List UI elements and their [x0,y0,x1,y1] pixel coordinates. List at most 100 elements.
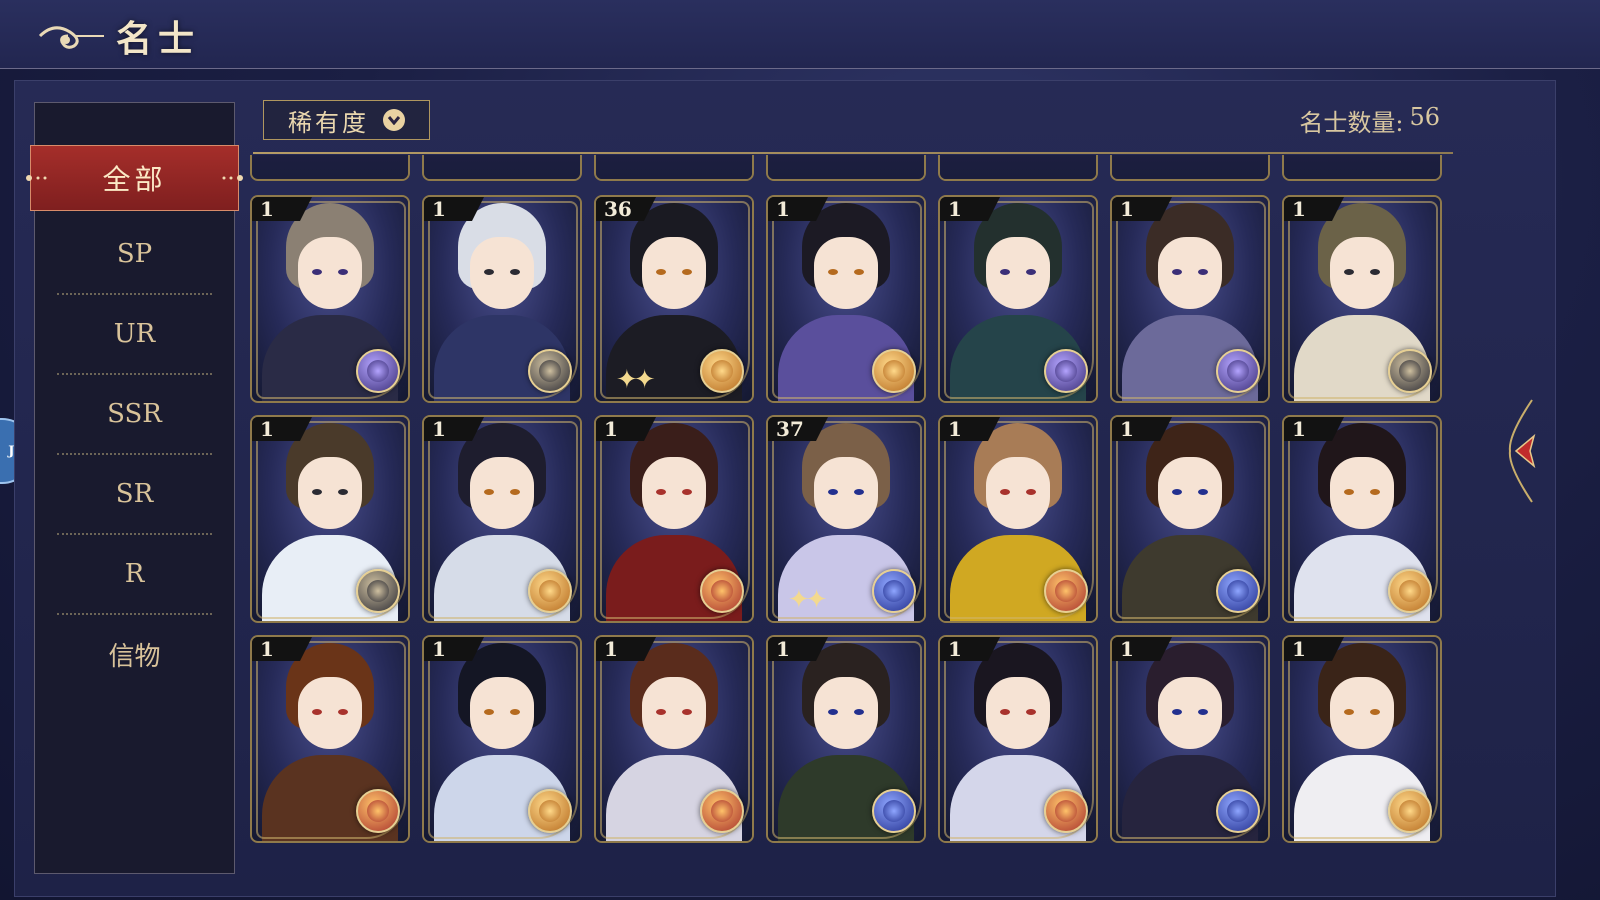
element-icon-moon-purple [1216,349,1260,393]
category-ssr[interactable]: SSR [57,375,212,455]
card-art [252,155,408,179]
header-bar [0,0,1600,69]
category-all[interactable]: 全部 [26,145,243,211]
element-icon-core [1055,800,1077,822]
celebrity-card[interactable]: 1 [1282,635,1442,843]
celebrity-card[interactable]: 1 [1110,195,1270,403]
celebrity-card[interactable]: 1 [1282,195,1442,403]
celebrity-card[interactable]: 1 [594,635,754,843]
celebrity-card[interactable]: 1 [422,635,582,843]
element-icon-planet-blue [872,789,916,833]
element-icon-core [539,360,561,382]
celebrity-grid: 1 1 36 ✦✦ 1 1 1 1 1 1 1 37 ✦✦ 1 1 1 1 1 1 1 1 1 1 [250,155,1450,855]
celebrity-card[interactable]: 36 ✦✦ [594,195,754,403]
category-sp[interactable]: SP [57,215,212,295]
element-icon-plate-dark [356,569,400,613]
celebrity-card[interactable]: 1 [938,635,1098,843]
element-icon-planet-blue [1216,569,1260,613]
element-icon-core [1055,580,1077,602]
celebrity-card[interactable]: 1 [422,195,582,403]
element-icon-core [1227,800,1249,822]
element-icon-core [367,360,389,382]
category-label: R [124,559,145,589]
card-art [1284,155,1440,179]
celebrity-card[interactable]: 1 [422,415,582,623]
element-icon-core [711,800,733,822]
header: 名士 [36,10,200,62]
element-icon-core [883,580,905,602]
element-icon-core [1399,360,1421,382]
element-icon-core [367,800,389,822]
element-icon-core [1399,800,1421,822]
element-icon-moon-purple [1044,349,1088,393]
celebrity-card[interactable]: 37 ✦✦ [766,415,926,623]
element-icon-core [539,580,561,602]
category-label: SR [115,479,154,509]
element-icon-plate-dark [1388,349,1432,393]
celebrity-card[interactable]: 1 [250,415,410,623]
back-cloud-icon[interactable] [36,18,106,54]
celebrity-card[interactable]: 1 [1110,635,1270,843]
stars-icon: ✦✦ [788,585,828,615]
category-label: 全部 [102,163,167,196]
category-label: SP [116,239,153,269]
element-icon-planet-red [1044,789,1088,833]
celebrity-card[interactable]: 1 [594,415,754,623]
element-icon-sun-gold [528,569,572,613]
celebrity-card-partial[interactable] [422,155,582,181]
category-ur[interactable]: UR [57,295,212,375]
element-icon-planet-blue [1216,789,1260,833]
celebrity-card[interactable]: 1 [766,195,926,403]
celebrity-card[interactable]: 1 [250,635,410,843]
element-icon-planet-red [356,789,400,833]
card-art [596,155,752,179]
scroll-right-arrow-icon[interactable] [1502,396,1542,506]
element-icon-core [1055,360,1077,382]
celebrity-card-partial[interactable] [938,155,1098,181]
element-icon-core [367,580,389,602]
element-icon-core [539,800,561,822]
element-icon-core [1399,580,1421,602]
stars-icon: ✦✦ [616,365,656,395]
divider [253,152,1453,154]
category-sr[interactable]: SR [57,455,212,535]
element-icon-core [1227,360,1249,382]
celebrity-card[interactable]: 1 [766,635,926,843]
celebrity-card-partial[interactable] [1110,155,1270,181]
category-r[interactable]: R [57,535,212,615]
celebrity-card[interactable]: 1 [938,195,1098,403]
celebrity-card[interactable]: 1 [1282,415,1442,623]
category-label: UR [113,319,156,349]
element-icon-core [711,580,733,602]
celebrity-card[interactable]: 1 [1110,415,1270,623]
celebrity-count: 名士数量: 56 [1299,103,1440,138]
celebrity-card-partial[interactable] [766,155,926,181]
filter-label: 稀有度 [288,108,369,137]
chevron-down-icon [383,109,405,131]
card-art [1112,155,1268,179]
celebrity-card-partial[interactable] [594,155,754,181]
element-icon-planet-red [1044,569,1088,613]
element-icon-moon-purple [356,349,400,393]
element-icon-core [1227,580,1249,602]
element-icon-sun-gold [872,349,916,393]
celebrity-card-partial[interactable] [250,155,410,181]
element-icon-planet-blue [872,569,916,613]
celebrity-card[interactable]: 1 [938,415,1098,623]
element-icon-planet-red [700,569,744,613]
page-title: 名士 [116,18,201,60]
card-art [768,155,924,179]
celebrity-card-partial[interactable] [1282,155,1442,181]
category-token[interactable]: 信物 [57,615,212,693]
card-art [940,155,1096,179]
rarity-filter-dropdown[interactable]: 稀有度 [263,100,430,140]
element-icon-sun-gold [1388,789,1432,833]
element-icon-sun-gold [1388,569,1432,613]
element-icon-sun-gold [528,789,572,833]
element-icon-planet-red [700,789,744,833]
card-art [424,155,580,179]
category-label: 信物 [108,641,161,672]
count-value: 56 [1409,103,1440,131]
element-icon-sun-gold [700,349,744,393]
celebrity-card[interactable]: 1 [250,195,410,403]
